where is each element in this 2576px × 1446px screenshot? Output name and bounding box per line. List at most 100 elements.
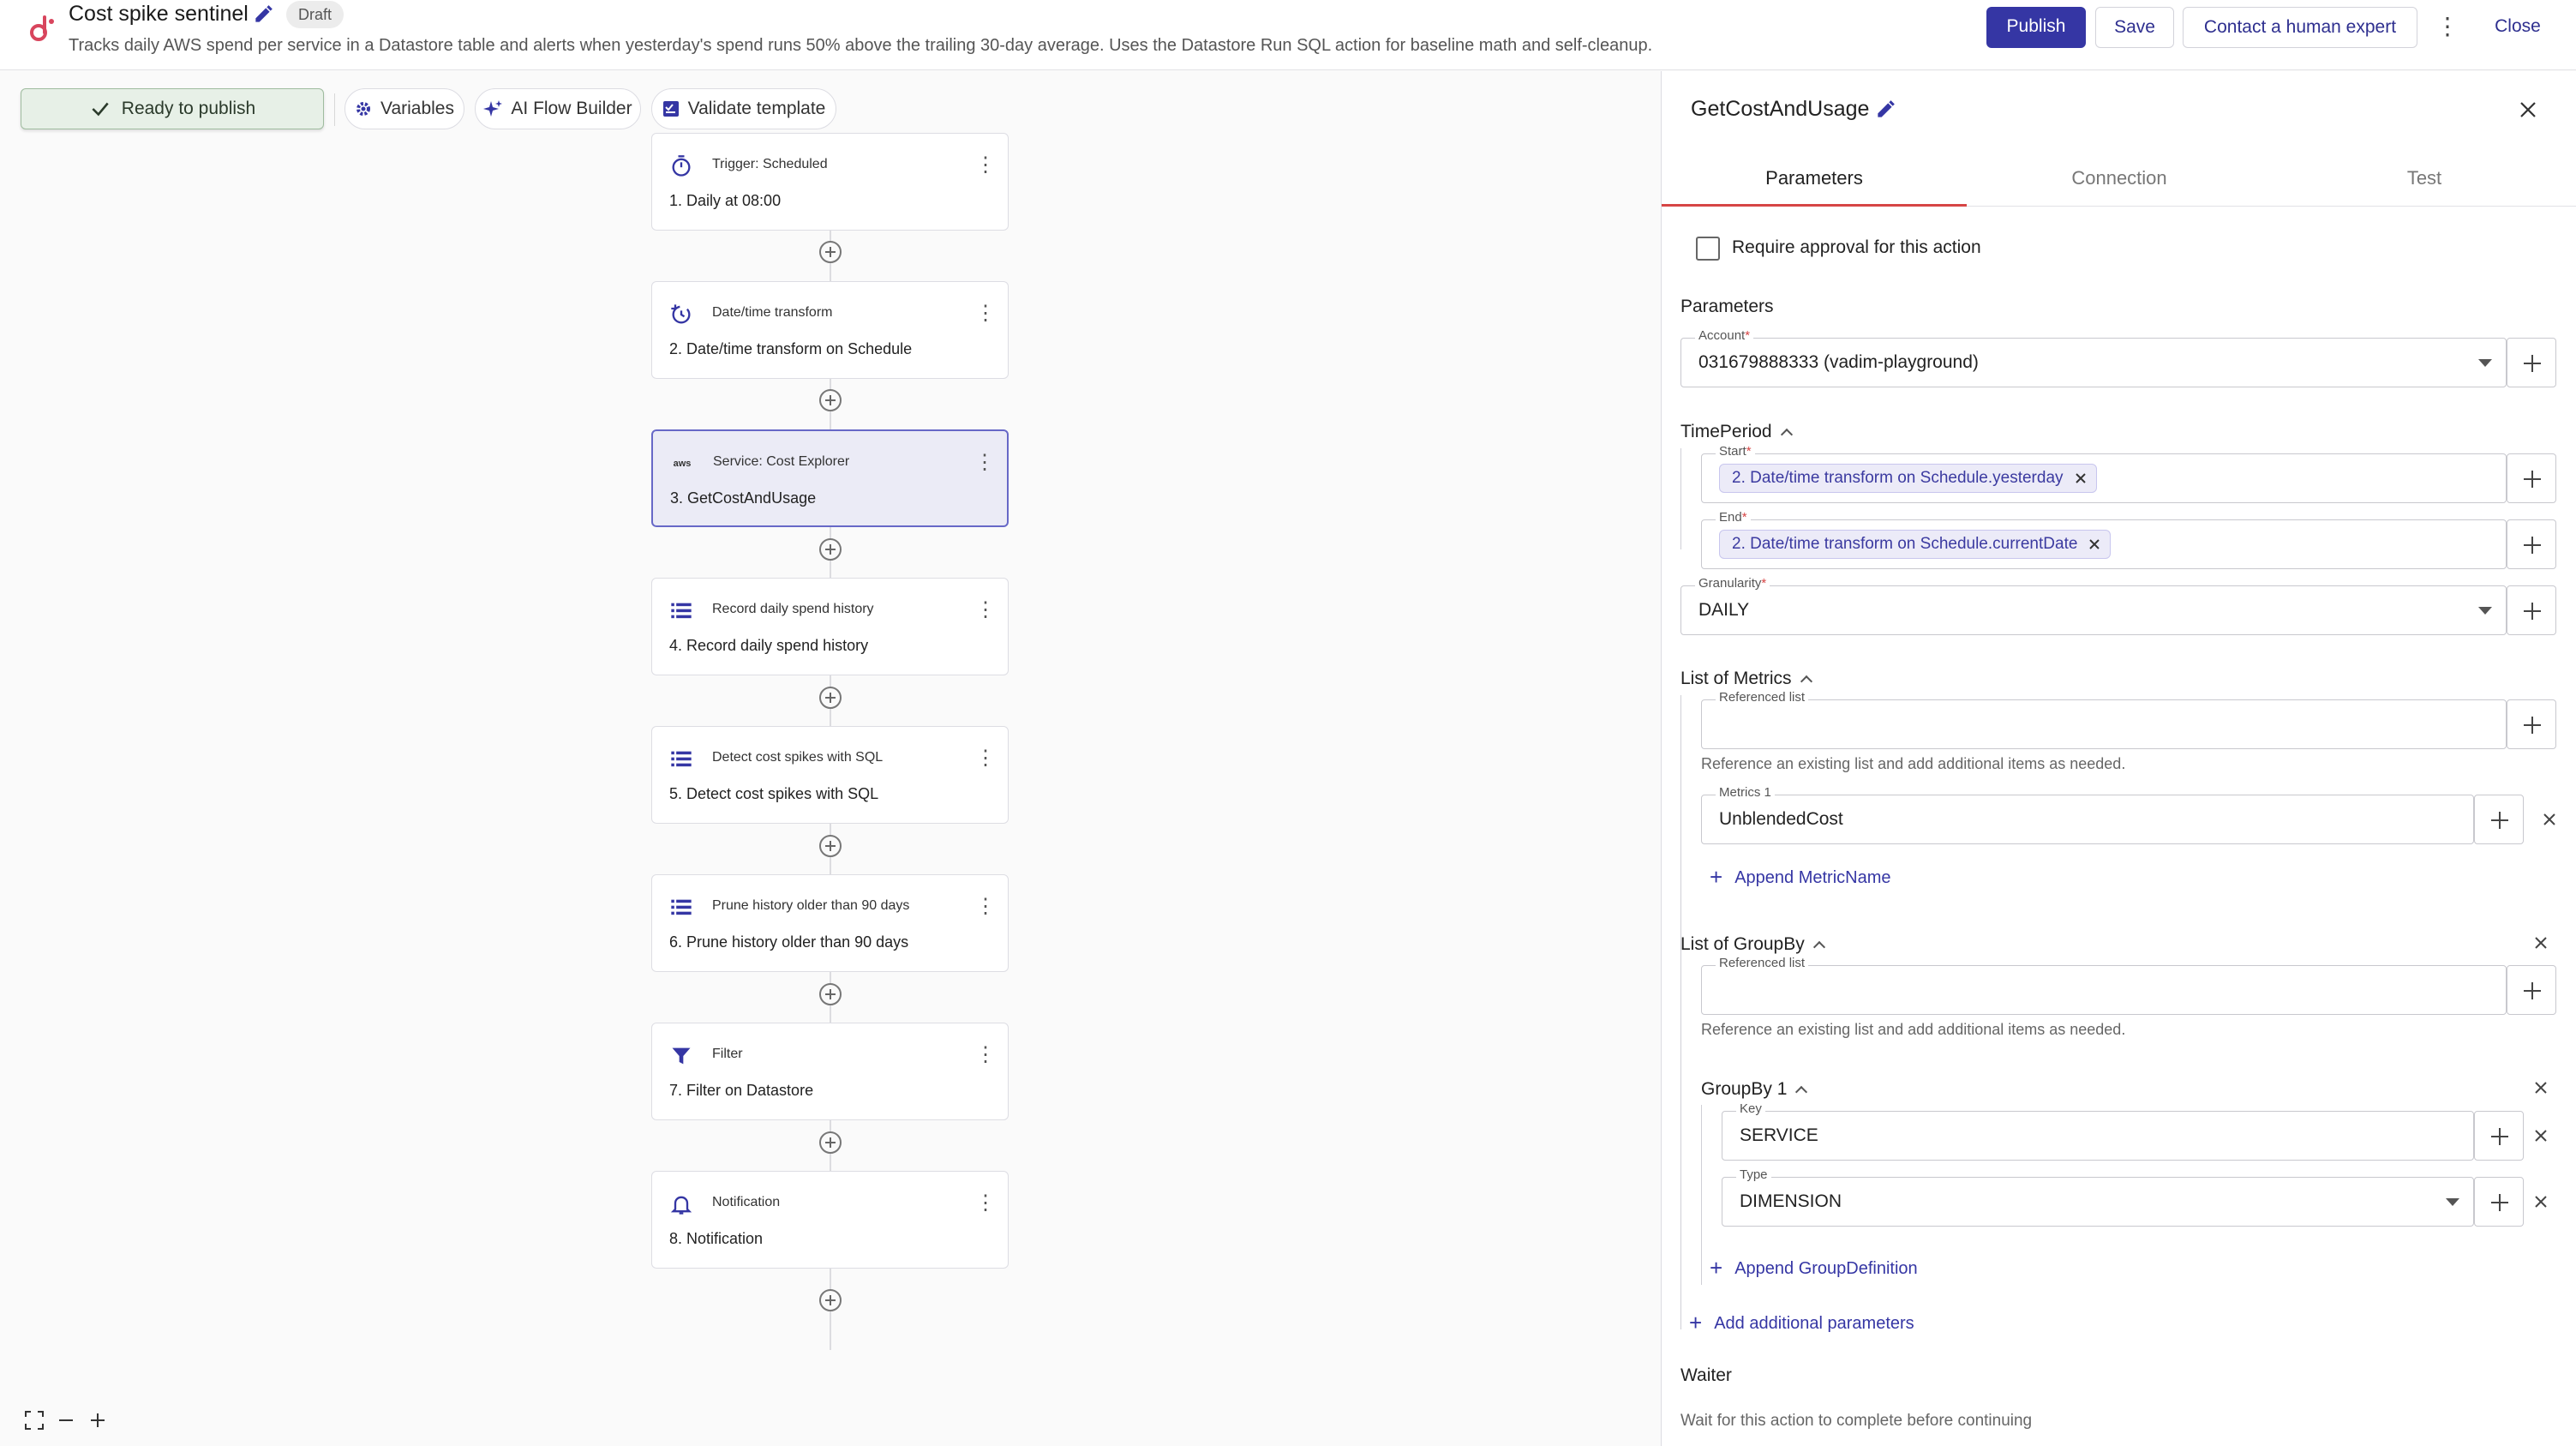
close-button[interactable]: Close — [2482, 7, 2554, 48]
datastore-icon — [671, 603, 692, 619]
add-groupby-reference-button[interactable] — [2507, 965, 2556, 1015]
add-key-reference-button[interactable] — [2474, 1111, 2524, 1161]
add-step-button[interactable] — [819, 538, 842, 561]
groupby-type-select[interactable]: Type DIMENSION — [1722, 1167, 2474, 1227]
flow-node-record-history[interactable]: Record daily spend history 4. Record dai… — [651, 578, 1009, 675]
reference-chip[interactable]: 2. Date/time transform on Schedule.yeste… — [1719, 464, 2097, 493]
zoom-out-icon[interactable] — [54, 1408, 78, 1432]
flow-node-filter[interactable]: Filter 7. Filter on Datastore ⋮ — [651, 1023, 1009, 1120]
remove-groupby-1-icon[interactable] — [2531, 1077, 2551, 1098]
edit-pencil-icon[interactable] — [252, 3, 274, 26]
field-value: DAILY — [1698, 600, 1750, 620]
close-icon[interactable] — [2515, 97, 2541, 123]
flow-node-datetime-transform[interactable]: Date/time transform 2. Date/time transfo… — [651, 281, 1009, 379]
reference-chip[interactable]: 2. Date/time transform on Schedule.curre… — [1719, 530, 2112, 559]
remove-key-icon[interactable] — [2531, 1125, 2551, 1146]
contact-expert-button[interactable]: Contact a human expert — [2183, 7, 2417, 48]
flow-node-detect-spikes[interactable]: Detect cost spikes with SQL 5. Detect co… — [651, 726, 1009, 824]
action-config-panel: GetCostAndUsage Parameters Connection Te… — [1661, 71, 2576, 1446]
start-field[interactable]: Start* 2. Date/time transform on Schedul… — [1701, 444, 2507, 503]
toolbar-divider — [334, 93, 335, 126]
more-menu-icon[interactable]: ⋮ — [2434, 7, 2461, 48]
add-step-button[interactable] — [819, 1131, 842, 1154]
field-label: Account* — [1695, 328, 1754, 343]
remove-type-icon[interactable] — [2531, 1191, 2551, 1212]
add-step-button[interactable] — [819, 983, 842, 1005]
save-button[interactable]: Save — [2095, 7, 2174, 48]
remove-metric-icon[interactable] — [2539, 809, 2560, 830]
flow-node-notification[interactable]: Notification 8. Notification ⋮ — [651, 1171, 1009, 1269]
tab-connection[interactable]: Connection — [1967, 157, 2272, 207]
fit-screen-icon[interactable] — [22, 1408, 46, 1432]
append-groupdefinition-link[interactable]: Append GroupDefinition — [1710, 1255, 1917, 1281]
field-value: 031679888333 (vadim-playground) — [1698, 352, 1979, 372]
node-menu-icon[interactable]: ⋮ — [975, 1191, 996, 1218]
node-menu-icon[interactable]: ⋮ — [975, 894, 996, 921]
edit-pencil-icon[interactable] — [1874, 99, 1896, 121]
groupby-help-text: Reference an existing list and add addit… — [1701, 1021, 2126, 1038]
add-step-button[interactable] — [819, 687, 842, 709]
panel-tabs: Parameters Connection Test — [1662, 157, 2576, 207]
flow-canvas[interactable]: Ready to publish Variables AI Flow Build… — [0, 71, 1660, 1446]
publish-button[interactable]: Publish — [1986, 7, 2086, 48]
groupby-key-input[interactable]: Key SERVICE — [1722, 1101, 2474, 1161]
waiter-description: Wait for this action to complete before … — [1680, 1412, 2033, 1430]
metrics-referenced-list-input[interactable]: Referenced list — [1701, 690, 2507, 749]
add-end-reference-button[interactable] — [2507, 519, 2556, 569]
timeperiod-heading[interactable]: TimePeriod — [1680, 422, 1793, 442]
chevron-down-icon — [2478, 359, 2492, 367]
add-metric-reference-button[interactable] — [2474, 795, 2524, 844]
account-select[interactable]: Account* 031679888333 (vadim-playground) — [1680, 328, 2507, 387]
ready-label: Ready to publish — [121, 99, 256, 118]
field-label: Metrics 1 — [1716, 785, 1775, 800]
add-type-reference-button[interactable] — [2474, 1177, 2524, 1227]
node-title: 7. Filter on Datastore — [669, 1082, 814, 1099]
metrics-heading[interactable]: List of Metrics — [1680, 669, 1812, 689]
status-badge: Draft — [286, 1, 344, 28]
flow-node-prune-history[interactable]: Prune history older than 90 days 6. Prun… — [651, 874, 1009, 972]
require-approval-checkbox[interactable] — [1696, 237, 1720, 261]
add-step-button[interactable] — [819, 389, 842, 411]
granularity-select[interactable]: Granularity* DAILY — [1680, 576, 2507, 635]
groupby-referenced-list-input[interactable]: Referenced list — [1701, 956, 2507, 1015]
tab-parameters[interactable]: Parameters — [1662, 157, 1967, 207]
end-field[interactable]: End* 2. Date/time transform on Schedule.… — [1701, 510, 2507, 569]
node-title: 3. GetCostAndUsage — [670, 489, 817, 507]
node-menu-icon[interactable]: ⋮ — [975, 1042, 996, 1070]
node-menu-icon[interactable]: ⋮ — [974, 450, 995, 477]
bell-icon — [670, 1196, 692, 1215]
tab-test[interactable]: Test — [2272, 157, 2576, 207]
variables-button[interactable]: Variables — [344, 88, 464, 129]
node-type-label: Service: Cost Explorer — [713, 454, 850, 469]
sparkle-icon — [483, 100, 503, 117]
node-menu-icon[interactable]: ⋮ — [975, 597, 996, 625]
add-account-reference-button[interactable] — [2507, 338, 2556, 387]
validate-template-button[interactable]: Validate template — [651, 88, 836, 129]
remove-chip-icon[interactable] — [2074, 471, 2088, 485]
metrics-1-input[interactable]: Metrics 1 UnblendedCost — [1701, 785, 2474, 844]
node-menu-icon[interactable]: ⋮ — [975, 746, 996, 773]
add-granularity-reference-button[interactable] — [2507, 585, 2556, 635]
flow-node-cost-explorer[interactable]: aws Service: Cost Explorer 3. GetCostAnd… — [651, 429, 1009, 527]
add-step-button[interactable] — [819, 241, 842, 263]
parameters-heading: Parameters — [1680, 297, 1774, 316]
zoom-in-icon[interactable] — [86, 1408, 110, 1432]
remove-groupby-list-icon[interactable] — [2531, 933, 2551, 953]
add-step-button[interactable] — [819, 835, 842, 857]
add-start-reference-button[interactable] — [2507, 453, 2556, 503]
ai-flow-builder-button[interactable]: AI Flow Builder — [475, 88, 641, 129]
remove-chip-icon[interactable] — [2088, 537, 2101, 551]
groupby-heading[interactable]: List of GroupBy — [1680, 934, 1825, 955]
node-menu-icon[interactable]: ⋮ — [975, 153, 996, 180]
groupby-1-heading[interactable]: GroupBy 1 — [1701, 1079, 1808, 1100]
flow-node-trigger[interactable]: Trigger: Scheduled 1. Daily at 08:00 ⋮ — [651, 133, 1009, 231]
add-metrics-reference-button[interactable] — [2507, 699, 2556, 749]
field-label: Type — [1736, 1167, 1771, 1182]
node-title: 4. Record daily spend history — [669, 637, 869, 654]
add-step-button[interactable] — [819, 1289, 842, 1311]
node-menu-icon[interactable]: ⋮ — [975, 301, 996, 328]
tree-line — [1701, 1105, 1702, 1285]
ready-to-publish-button[interactable]: Ready to publish — [21, 88, 324, 129]
add-additional-parameters-link[interactable]: Add additional parameters — [1689, 1310, 1914, 1336]
append-metricname-link[interactable]: Append MetricName — [1710, 864, 1890, 891]
